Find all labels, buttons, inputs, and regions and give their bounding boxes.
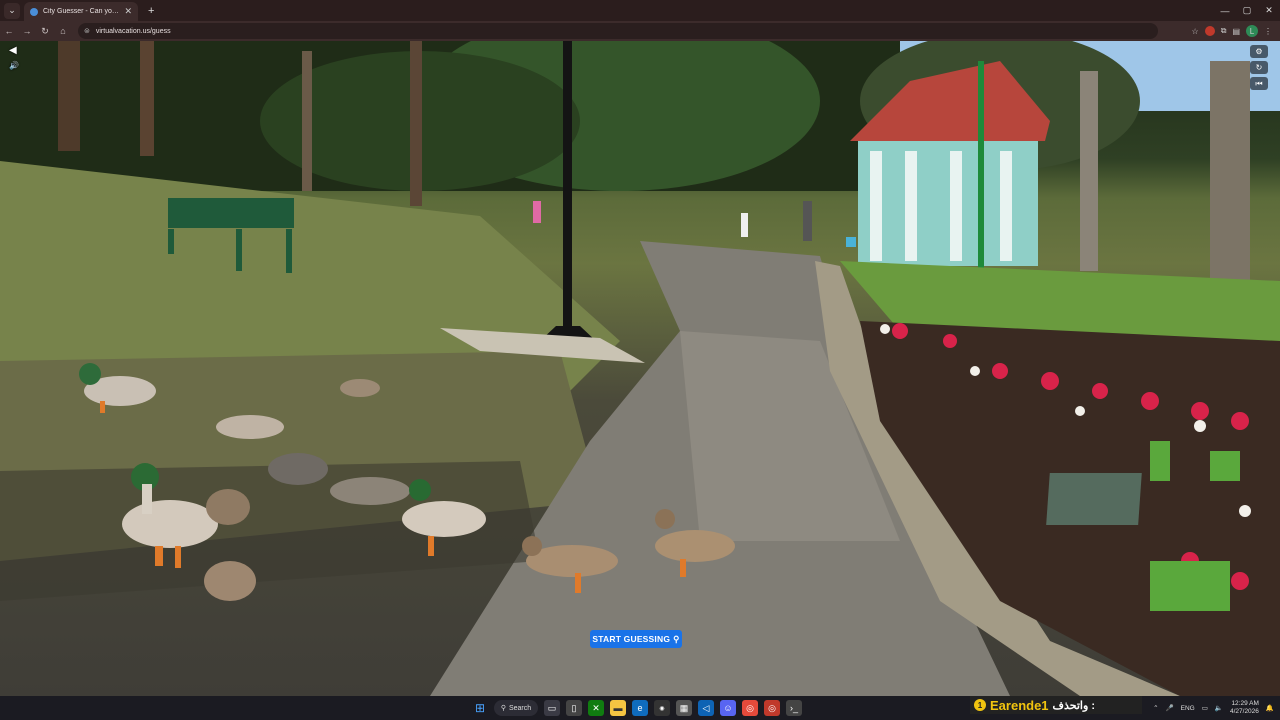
- task-view-icon[interactable]: ▭: [544, 700, 560, 716]
- close-window-button[interactable]: ✕: [1258, 0, 1280, 21]
- search-icon: ⚲: [500, 705, 506, 712]
- street-view-panorama[interactable]: ◀ 🔊 ⚙ ↻ ⏮ START GUESSING ⚲: [0, 41, 1280, 696]
- settings-icon[interactable]: ⚙: [1250, 45, 1268, 58]
- site-favicon-icon: [30, 7, 38, 16]
- microphone-icon[interactable]: 🎤: [1166, 704, 1174, 712]
- streamer-arabic-text: واتحذف :: [1052, 699, 1095, 712]
- chrome-icon[interactable]: ◎: [742, 700, 758, 716]
- viewer-controls: ⚙ ↻ ⏮: [1250, 45, 1268, 90]
- start-guessing-label: START GUESSING: [592, 634, 671, 644]
- network-icon[interactable]: ▭: [1202, 704, 1208, 712]
- site-info-icon[interactable]: ⊜: [84, 27, 90, 35]
- browser-menu-icon[interactable]: ⋮: [1264, 27, 1272, 36]
- back-button[interactable]: ←: [0, 26, 18, 36]
- bookmark-star-icon[interactable]: ☆: [1192, 27, 1199, 36]
- xbox-icon[interactable]: ✕: [588, 700, 604, 716]
- side-panel-icon[interactable]: ▤: [1232, 27, 1240, 36]
- browser-toolbar: ← → ↻ ⌂ ⊜ virtualvacation.us/guess ☆ ⧉ ▤…: [0, 21, 1280, 41]
- extension-icon[interactable]: [1204, 26, 1215, 36]
- minimize-button[interactable]: —: [1214, 0, 1236, 21]
- return-to-start-icon[interactable]: ⏮: [1250, 77, 1268, 90]
- maximize-button[interactable]: ▢: [1236, 0, 1258, 21]
- streamer-name: Earende1: [990, 697, 1049, 713]
- stream-overlay-badge: 1 Earende1 واتحذف :: [970, 696, 1142, 714]
- vscode-icon[interactable]: ◁: [698, 700, 714, 716]
- address-url: virtualvacation.us/guess: [95, 27, 171, 35]
- clock-time: 12:29 AM: [1231, 700, 1259, 707]
- tab-search-button[interactable]: ⌄: [4, 2, 20, 19]
- search-label: Search: [508, 704, 532, 712]
- calculator-icon[interactable]: ▦: [676, 700, 692, 716]
- taskbar-apps: ⊞ ⚲ Search ▭ ▯ ✕ ▬ e ◉ ▦ ◁ ☺ ◎ ◎ ›_: [472, 696, 802, 720]
- clock[interactable]: 12:29 AM 4/27/2026: [1230, 700, 1259, 716]
- speaker-icon[interactable]: 🔈: [1215, 704, 1223, 712]
- new-tab-button[interactable]: +: [148, 5, 154, 17]
- browser-tab-active[interactable]: City Guesser - Can you guess w... ✕: [24, 2, 138, 21]
- app-icon-generic[interactable]: ▯: [566, 700, 582, 716]
- discord-icon[interactable]: ☺: [720, 700, 736, 716]
- volume-icon[interactable]: 🔊: [9, 61, 19, 70]
- terminal-icon[interactable]: ›_: [786, 700, 802, 716]
- toolbar-extensions: ☆ ⧉ ▤ L ⋮: [1192, 25, 1280, 37]
- window-controls: — ▢ ✕: [1214, 0, 1280, 21]
- system-tray: ⌃ 🎤 ENG ▭ 🔈 12:29 AM 4/27/2026 🔔: [1153, 696, 1274, 720]
- tab-title: City Guesser - Can you guess w...: [43, 8, 120, 15]
- edge-icon[interactable]: e: [632, 700, 648, 716]
- tray-overflow-icon[interactable]: ⌃: [1153, 704, 1158, 712]
- taskbar-search[interactable]: ⚲ Search: [494, 700, 538, 716]
- language-indicator[interactable]: ENG: [1181, 705, 1195, 712]
- tab-close-icon[interactable]: ✕: [124, 6, 132, 17]
- address-bar[interactable]: ⊜ virtualvacation.us/guess: [78, 23, 1158, 39]
- chrome-profile-icon[interactable]: ◎: [764, 700, 780, 716]
- map-pin-icon: ⚲: [673, 633, 680, 644]
- reload-button[interactable]: ↻: [36, 26, 54, 37]
- start-guessing-button[interactable]: START GUESSING ⚲: [590, 630, 682, 648]
- clock-date: 4/27/2026: [1229, 708, 1259, 715]
- badge-coin-icon: 1: [974, 699, 986, 711]
- profile-avatar[interactable]: L: [1246, 25, 1258, 37]
- extensions-puzzle-icon[interactable]: ⧉: [1221, 26, 1227, 36]
- notification-icon[interactable]: 🔔: [1266, 704, 1274, 712]
- refresh-icon[interactable]: ↻: [1250, 61, 1268, 74]
- windows-start-icon[interactable]: ⊞: [472, 700, 488, 716]
- park-scene-image: [0, 41, 1280, 696]
- obs-icon[interactable]: ◉: [654, 700, 670, 716]
- forward-button[interactable]: →: [18, 26, 36, 36]
- back-arrow-icon[interactable]: ◀: [9, 45, 17, 56]
- file-explorer-icon[interactable]: ▬: [610, 700, 626, 716]
- home-button[interactable]: ⌂: [54, 26, 72, 36]
- browser-tab-strip: ⌄ City Guesser - Can you guess w... ✕ + …: [0, 0, 1280, 21]
